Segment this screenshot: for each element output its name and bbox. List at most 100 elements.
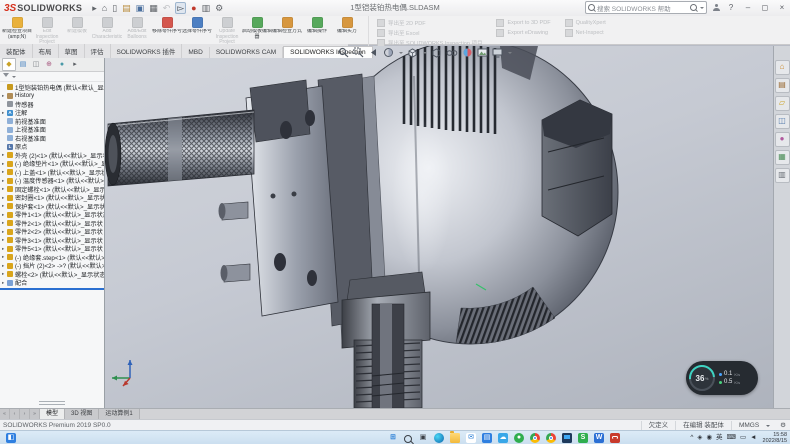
close-button[interactable]: × bbox=[776, 1, 788, 14]
taskbar-word-button[interactable]: W bbox=[594, 433, 604, 443]
taskbar-widgets-button[interactable]: ◧ bbox=[6, 433, 16, 443]
file-properties-icon[interactable]: ▥ bbox=[202, 3, 211, 13]
edit-inspection-method-button[interactable]: 编辑检查方式 bbox=[272, 16, 302, 47]
view-settings-caret-icon[interactable] bbox=[508, 52, 512, 56]
tab-assembly[interactable]: 装配体 bbox=[0, 44, 33, 58]
new-inspection-project-button[interactable]: 新建检查项目 (amp;N) bbox=[2, 16, 32, 47]
taskpane-view-palette-tab[interactable]: ◫ bbox=[775, 114, 790, 129]
tray-keyboard-icon[interactable]: ⌨ bbox=[727, 431, 736, 444]
status-options-gear-icon[interactable]: ⚙ bbox=[776, 421, 790, 431]
new-file-icon[interactable]: ▯ bbox=[112, 3, 117, 13]
tree-item-component[interactable]: ▸ (-) 绝缘垫片<1> (默认<<默认>_显 bbox=[0, 160, 104, 169]
new-template-button[interactable]: 新建模板 bbox=[62, 16, 92, 47]
apply-scene-icon[interactable] bbox=[477, 47, 488, 58]
tree-item-component[interactable]: ▸ (-) 挡片 (2)<2> ->? (默认<<默认> bbox=[0, 262, 104, 271]
taskbar-mail-button[interactable]: ✉ bbox=[466, 433, 476, 443]
taskbar-app-green-button[interactable]: ● bbox=[514, 433, 524, 443]
search-box[interactable]: 搜索 SOLIDWORKS 帮助 bbox=[585, 1, 707, 14]
taskbar-start-button[interactable]: ⊞ bbox=[388, 433, 398, 443]
tree-item-component[interactable]: ▸ 螺栓<2> (默认<<默认>_显示状态 bbox=[0, 270, 104, 279]
add-characteristic-button[interactable]: Add Characteristic bbox=[92, 16, 122, 47]
taskpane-file-explorer-tab[interactable]: ▱ bbox=[775, 96, 790, 111]
model-bottom-stem[interactable] bbox=[342, 272, 430, 408]
print-icon[interactable]: ▦ bbox=[149, 3, 158, 13]
tree-item-component[interactable]: ▸ 保护套<1> (默认<<默认>_显示状 bbox=[0, 202, 104, 211]
tree-item-component[interactable]: ▸ 密封圈<1> (默认<<默认>_显示状 bbox=[0, 194, 104, 203]
tab-addins[interactable]: SOLIDWORKS 插件 bbox=[111, 44, 183, 58]
tray-volume-icon[interactable]: ◄ bbox=[750, 431, 756, 444]
edit-supplier-button[interactable]: 编辑实方 bbox=[332, 16, 362, 47]
graphics-viewport[interactable] bbox=[104, 46, 773, 408]
configurationmanager-tab[interactable]: ◫ bbox=[30, 59, 42, 70]
taskbar-chrome2-button[interactable] bbox=[546, 433, 556, 443]
pane-expand-arrow[interactable]: ▸ bbox=[69, 59, 81, 70]
model-probe-shaft[interactable] bbox=[105, 110, 254, 186]
taskbar-store-button[interactable]: ▤ bbox=[482, 433, 492, 443]
taskbar-wps-button[interactable]: S bbox=[578, 433, 588, 443]
tray-display-icon[interactable]: ▭ bbox=[740, 431, 746, 444]
tree-item-annotations[interactable]: ▸ A 注解 bbox=[0, 109, 104, 118]
tree-item-component[interactable]: ▸ (-) 温度传感器<1> (默认<<默认>_ bbox=[0, 177, 104, 186]
tab-cam[interactable]: SOLIDWORKS CAM bbox=[210, 47, 283, 58]
edit-appearance-icon[interactable] bbox=[462, 47, 473, 58]
taskbar-taskview-button[interactable]: ▣ bbox=[418, 433, 428, 443]
tree-item-component[interactable]: ▸ 外壳 (2)<1> (默认<<默认>_显示状 bbox=[0, 151, 104, 160]
tree-item-component[interactable]: ▸ 零件3<1> (默认<<默认>_显示状 bbox=[0, 236, 104, 245]
panel-splitter-handle[interactable] bbox=[0, 398, 104, 408]
taskpane-design-library-tab[interactable]: ▤ bbox=[775, 78, 790, 93]
tree-item-component[interactable]: ▸ 零件5<1> (默认<<默认>_显示状 bbox=[0, 245, 104, 254]
propertymanager-tab[interactable]: ▤ bbox=[17, 59, 29, 70]
taskbar-chrome-button[interactable] bbox=[530, 433, 540, 443]
section-view-icon[interactable] bbox=[383, 47, 394, 58]
save-icon[interactable]: ▣ bbox=[136, 3, 145, 13]
zoom-to-fit-icon[interactable] bbox=[338, 47, 349, 58]
rebuild-icon[interactable]: ● bbox=[191, 3, 196, 13]
help-button[interactable]: ? bbox=[725, 1, 737, 14]
rollback-bar[interactable] bbox=[0, 288, 104, 290]
taskpane-scenes-tab[interactable]: ▦ bbox=[775, 150, 790, 165]
previous-view-icon[interactable] bbox=[368, 47, 379, 58]
tree-item-component[interactable]: ▸ (-) 绝缘套.step<1> (默认<<默认>_ bbox=[0, 253, 104, 262]
select-balloon-numbers-button[interactable]: 选择零件序号 bbox=[182, 16, 212, 47]
export-3d-pdf-button[interactable]: Export to 3D PDF bbox=[496, 19, 550, 27]
tray-chevron-up[interactable]: ^ bbox=[690, 431, 693, 444]
tab-sketch[interactable]: 草图 bbox=[59, 44, 85, 58]
taskbar-solidworks-button[interactable] bbox=[610, 433, 620, 443]
taskpane-custom-properties-tab[interactable]: ▥ bbox=[775, 168, 790, 183]
tree-item-component[interactable]: ▸ 固定螺栓<1> (默认<<默认>_显示 bbox=[0, 185, 104, 194]
export-2d-pdf-button[interactable]: 导出至 2D PDF bbox=[377, 19, 482, 27]
launch-template-editor-button[interactable]: 启动模板编辑器 bbox=[242, 16, 272, 47]
tray-ime-indicator[interactable]: 英 bbox=[716, 431, 723, 444]
search-caret-icon[interactable] bbox=[700, 7, 704, 11]
remove-balloon-numbers-button[interactable]: 移除零件序号 bbox=[152, 16, 182, 47]
view-orientation-caret-icon[interactable] bbox=[423, 52, 427, 56]
model-right-fitting[interactable] bbox=[542, 100, 612, 236]
undo-icon[interactable]: ↶ bbox=[163, 3, 171, 13]
tree-item-sensors[interactable]: 传感器 bbox=[0, 100, 104, 109]
add-edit-balloons-button[interactable]: Add/Edit Balloons bbox=[122, 16, 152, 47]
tray-defender-icon[interactable]: ◈ bbox=[697, 431, 702, 444]
search-dropdown-icon[interactable] bbox=[690, 4, 697, 11]
tree-item-mates[interactable]: ▸ 配合 bbox=[0, 279, 104, 288]
open-file-icon[interactable]: ▤ bbox=[122, 3, 131, 13]
network-speed-widget[interactable]: 36 % 0.1 K/s 0.5 K/s bbox=[686, 361, 758, 395]
taskbar-clock[interactable]: 15:58 2022/8/15 bbox=[763, 432, 787, 444]
taskbar-remote-desktop-button[interactable] bbox=[562, 433, 572, 443]
export-edrawing-button[interactable]: Export eDrawing bbox=[496, 29, 550, 37]
tab-layout[interactable]: 布局 bbox=[33, 44, 59, 58]
edit-operation-button[interactable]: 编辑操作 bbox=[302, 16, 332, 47]
login-icon[interactable] bbox=[712, 4, 720, 12]
tree-item-origin[interactable]: L 原点 bbox=[0, 143, 104, 152]
taskbar-onedrive-button[interactable]: ☁ bbox=[498, 433, 508, 443]
display-style-icon[interactable] bbox=[431, 47, 442, 58]
tab-mbd[interactable]: MBD bbox=[182, 47, 209, 58]
tray-location-icon[interactable]: ◉ bbox=[706, 431, 712, 444]
tree-root-assembly[interactable]: 1型铠装铂热电偶 (默认<默认_显示状态-1 bbox=[0, 83, 104, 92]
tree-item-component[interactable]: ▸ (-) 上盖<1> (默认<<默认>_显示状 bbox=[0, 168, 104, 177]
taskpane-resources-tab[interactable]: ⌂ bbox=[775, 60, 790, 75]
tree-filter-row[interactable] bbox=[0, 72, 104, 82]
taskbar-edge-button[interactable] bbox=[434, 433, 444, 443]
qualityxpert-button[interactable]: QualityXpert bbox=[565, 19, 606, 27]
tree-item-top-plane[interactable]: 上视基准面 bbox=[0, 126, 104, 135]
displaymanager-tab[interactable]: ● bbox=[56, 59, 68, 70]
